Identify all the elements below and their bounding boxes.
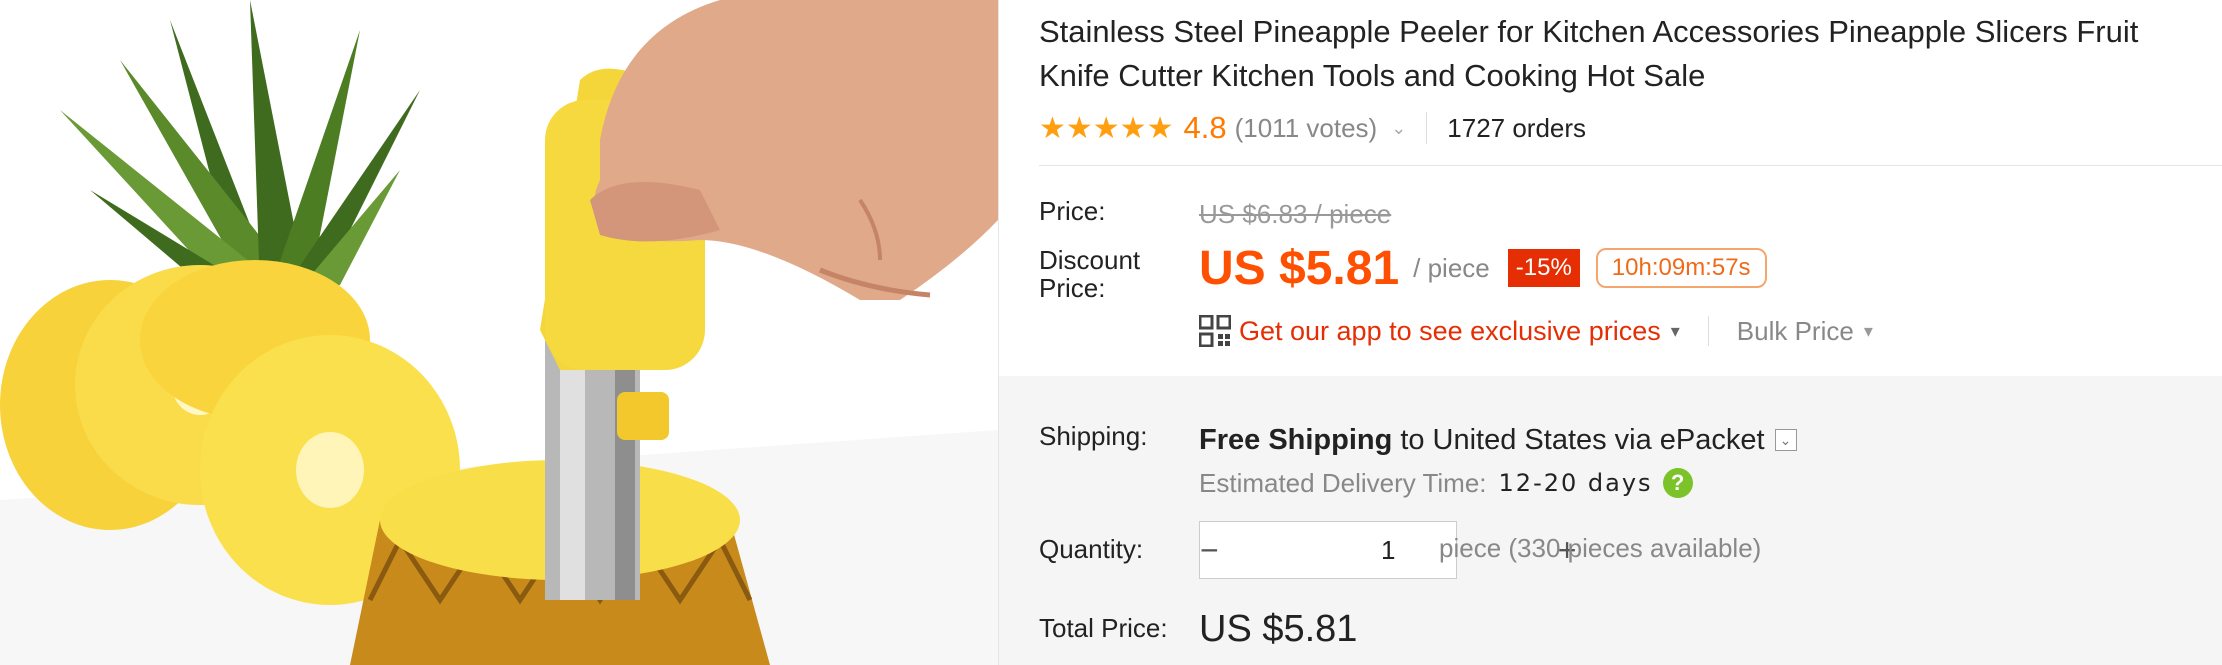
- shipping-label: Shipping:: [1039, 421, 1148, 451]
- app-promo-row: Get our app to see exclusive prices ▾ Bu…: [1199, 311, 1873, 351]
- divider-line: [1039, 165, 2222, 166]
- price-label: Price:: [1039, 196, 1106, 226]
- delivery-estimate-row: Estimated Delivery Time: 12-20 days ?: [1199, 463, 1693, 503]
- discount-label-line1: Discount: [1039, 245, 1141, 275]
- discount-label-line2: Price:: [1039, 273, 1106, 303]
- shipping-row: Free Shipping to United States via ePack…: [1199, 420, 1797, 460]
- countdown-timer: 10h:09m:57s: [1595, 248, 1767, 288]
- estimated-delivery-days: 12-20 days: [1498, 469, 1653, 497]
- decrease-quantity-button[interactable]: −: [1200, 522, 1219, 578]
- rating-score: 4.8: [1183, 110, 1227, 145]
- caret-down-icon[interactable]: ▾: [1671, 321, 1680, 342]
- quantity-stepper: − +: [1199, 521, 1576, 579]
- qr-code-icon: [1199, 315, 1231, 347]
- price-unit: / piece: [1413, 252, 1490, 283]
- help-icon[interactable]: ?: [1662, 468, 1693, 498]
- price-row: US $5.81 / piece -15% 10h:09m:57s: [1199, 240, 1767, 296]
- orders-count: 1727 orders: [1447, 112, 1587, 143]
- shipping-to: to: [1400, 423, 1425, 456]
- shipping-dropdown-icon[interactable]: ⌄: [1774, 429, 1797, 451]
- votes-count[interactable]: (1011 votes): [1235, 113, 1378, 144]
- shipping-via: via: [1614, 423, 1652, 456]
- discount-badge: -15%: [1507, 249, 1580, 287]
- free-shipping-text: Free Shipping: [1199, 423, 1393, 456]
- product-image[interactable]: [0, 0, 998, 665]
- shipping-method: ePacket: [1659, 423, 1765, 456]
- product-info-panel: Stainless Steel Pineapple Peeler for Kit…: [999, 0, 2222, 665]
- app-promo-link[interactable]: Get our app to see exclusive prices: [1239, 316, 1661, 347]
- quantity-label: Quantity:: [1039, 534, 1144, 564]
- discount-price-label: Discount Price:: [1039, 246, 1140, 302]
- shipping-country: United States: [1432, 423, 1607, 456]
- original-price: US $6.83 / piece: [1199, 199, 1392, 229]
- chevron-down-icon[interactable]: ⌄: [1391, 118, 1406, 139]
- total-price-label: Total Price:: [1039, 613, 1168, 643]
- estimated-delivery-label: Estimated Delivery Time:: [1199, 467, 1487, 498]
- bulk-price-link[interactable]: Bulk Price: [1737, 316, 1854, 347]
- separator: [1707, 316, 1709, 346]
- product-photo: [0, 0, 998, 665]
- available-pieces: piece (330 pieces available): [1439, 533, 1762, 563]
- product-title: Stainless Steel Pineapple Peeler for Kit…: [1039, 14, 2139, 93]
- caret-down-icon[interactable]: ▾: [1864, 321, 1873, 342]
- separator: [1426, 112, 1428, 144]
- current-price: US $5.81: [1199, 241, 1400, 295]
- rating-row: ★★★★★ 4.8 (1011 votes) ⌄ 1727 orders: [1039, 108, 1586, 148]
- star-rating-icon: ★★★★★: [1039, 111, 1174, 145]
- total-price: US $5.81: [1199, 608, 1358, 650]
